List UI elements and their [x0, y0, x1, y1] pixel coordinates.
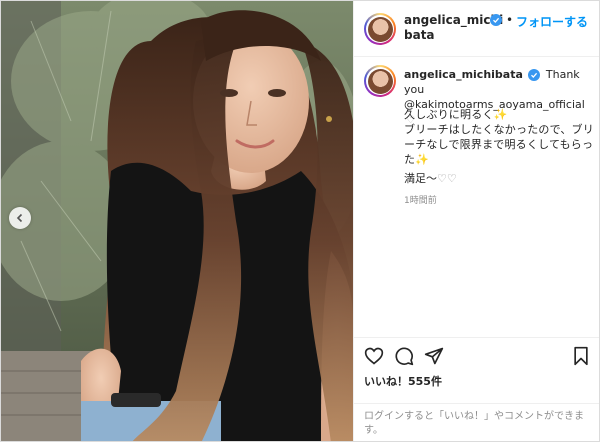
caption-line-3: 満足〜	[404, 172, 437, 185]
follow-button[interactable]: フォローする	[516, 13, 588, 30]
header-username[interactable]: angelica_michi bata	[404, 13, 503, 43]
instagram-post-embed: angelica_michi bata • フォローする angelica_mi…	[0, 0, 600, 442]
heart-outline-icon	[364, 347, 384, 365]
sparkle-emoji: ✨	[415, 153, 430, 166]
post-sidebar: angelica_michi bata • フォローする angelica_mi…	[353, 1, 599, 441]
chevron-left-icon	[16, 213, 23, 223]
paper-plane-icon	[424, 347, 444, 365]
comment-button[interactable]	[394, 346, 414, 366]
post-photo[interactable]	[1, 1, 353, 441]
share-button[interactable]	[424, 346, 444, 366]
caption-username[interactable]: angelica_michibata	[404, 68, 523, 81]
separator-dot: •	[506, 13, 514, 27]
caption-avatar[interactable]	[364, 65, 396, 97]
caption-line-2: ブリーチはしたくなかったので、ブリーチなしで限界まで明るくしてもらった	[404, 123, 594, 166]
hearts-emoji: ♡♡	[437, 172, 457, 185]
login-prompt: ログインすると「いいね！」やコメントができます。	[354, 403, 599, 441]
post-header: angelica_michi bata • フォローする	[354, 1, 599, 57]
post-time[interactable]: 1時間前	[404, 193, 437, 206]
bookmark-icon	[574, 346, 588, 366]
sparkle-emoji: ✨	[493, 108, 508, 121]
verified-badge-icon	[528, 69, 541, 81]
caption-line-1: 久しぶりに明るく	[404, 108, 494, 121]
caption-body: 久しぶりに明るく✨ ブリーチはしたくなかったので、ブリーチなしで限界まで明るくし…	[404, 107, 596, 167]
avatar[interactable]	[364, 13, 396, 45]
carousel-prev-button[interactable]	[9, 207, 31, 229]
like-count[interactable]: いいね！555件	[364, 373, 442, 389]
action-bar	[354, 337, 599, 373]
save-button[interactable]	[571, 346, 591, 366]
login-prompt-text[interactable]: ログインすると「いいね！」やコメントができます。	[364, 411, 584, 436]
like-button[interactable]	[364, 346, 384, 366]
caption-body-end: 満足〜♡♡	[404, 171, 596, 186]
username-part1: angelica_michi	[404, 13, 504, 27]
username-part2: bata	[404, 28, 435, 42]
post-photo-illustration	[1, 1, 353, 441]
verified-badge-icon	[490, 14, 502, 26]
comment-bubble-icon	[395, 347, 414, 366]
